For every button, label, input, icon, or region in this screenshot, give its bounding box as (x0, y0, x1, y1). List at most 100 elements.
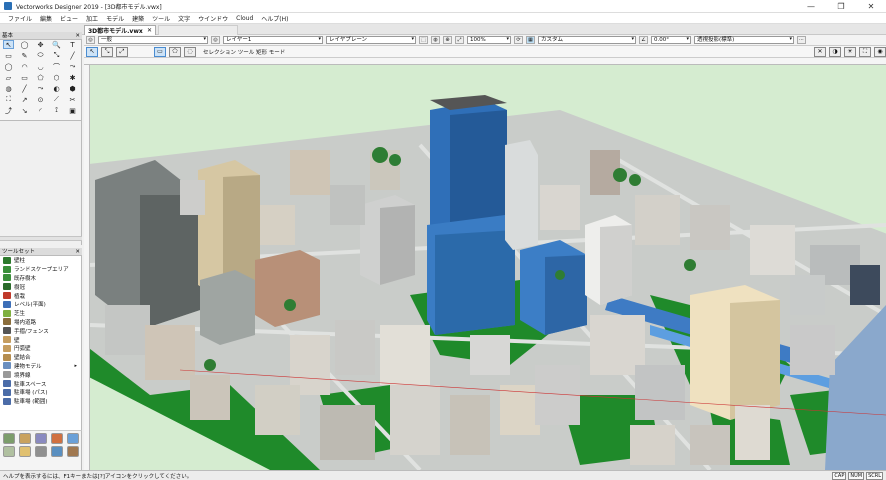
view-options-icon[interactable]: ⋯ (797, 36, 806, 44)
building-toolset-icon[interactable] (19, 433, 31, 444)
class-icon[interactable]: ◎ (86, 36, 95, 44)
basic-tool-30[interactable]: ⤴ (3, 106, 14, 115)
menu-model[interactable]: モデル (102, 14, 128, 23)
transform-mode-icon[interactable]: ⤡ (101, 46, 113, 57)
menu-architecture[interactable]: 建築 (128, 14, 148, 23)
toolset-item[interactable]: 建物モデル ▸ (0, 362, 80, 371)
basic-tool-19[interactable]: ✱ (67, 73, 78, 82)
basic-tool-10[interactable]: ◯ (3, 62, 14, 71)
toolset-item[interactable]: 駐車場 (パス) (0, 388, 80, 397)
class-select[interactable]: 一般 (98, 36, 208, 44)
basic-tool-20[interactable]: ◍ (3, 84, 14, 93)
projection-select[interactable]: 透視投影(標準) (694, 36, 794, 44)
dims-toolset-icon[interactable] (51, 433, 63, 444)
toolset-item[interactable]: 芝生 (0, 309, 80, 318)
basic-tool-16[interactable]: ▭ (19, 73, 30, 82)
camera-icon[interactable]: ◉ (874, 46, 886, 57)
new-tab-area[interactable] (158, 25, 238, 35)
basic-tool-31[interactable]: ↘ (19, 106, 30, 115)
basic-tool-0[interactable]: ↖ (3, 40, 14, 49)
basic-tool-8[interactable]: ⤡ (51, 51, 62, 60)
close-icon[interactable]: ✕ (147, 27, 152, 34)
selection-mode-icon[interactable]: ↖ (86, 46, 98, 57)
basic-tool-2[interactable]: ✥ (35, 40, 46, 49)
render-mode-icon[interactable]: ▦ (526, 36, 535, 44)
snap-icon[interactable]: ✕ (814, 46, 826, 57)
toolset-item[interactable]: 壁柱 (0, 256, 80, 265)
angle-field[interactable]: 0.00° (651, 36, 691, 44)
menu-window[interactable]: ウインドウ (194, 14, 232, 23)
toolset-item[interactable]: 手摺/フェンス (0, 326, 80, 335)
zoom-select[interactable]: 100% (467, 36, 511, 44)
menu-tools[interactable]: ツール (148, 14, 174, 23)
maximize-button[interactable]: ❐ (826, 0, 856, 13)
basic-tool-21[interactable]: ╱ (19, 84, 30, 93)
machine-toolset-icon[interactable] (35, 446, 47, 457)
basic-palette-header[interactable]: 基本 ✕ (0, 32, 82, 40)
submenu-arrow-icon[interactable]: ▸ (74, 363, 77, 369)
basic-tool-12[interactable]: ◡ (35, 62, 46, 71)
detail-toolset-icon[interactable] (3, 446, 15, 457)
basic-tool-23[interactable]: ◐ (51, 84, 62, 93)
visualization-toolset-icon[interactable] (67, 433, 79, 444)
toolset-item[interactable]: 植栽 (0, 291, 80, 300)
drawing-viewport[interactable] (90, 65, 886, 470)
render-icon[interactable]: ◍ (431, 36, 440, 44)
toolset-item[interactable]: 駐車スペース (0, 379, 80, 388)
fit-icon[interactable]: ⤢ (455, 36, 464, 44)
toolset-item[interactable]: 円弧壁 (0, 344, 80, 353)
close-icon[interactable]: ✕ (75, 248, 80, 256)
walkthrough-icon[interactable]: ⛶ (859, 46, 871, 57)
minimize-button[interactable]: — (796, 0, 826, 13)
basic-tool-15[interactable]: ▱ (3, 73, 14, 82)
landmark-toolset-icon[interactable] (51, 446, 63, 457)
basic-tool-6[interactable]: ✎ (19, 51, 30, 60)
basic-tool-11[interactable]: ◠ (19, 62, 30, 71)
lighting-icon[interactable]: ☀ (844, 46, 856, 57)
toolset-item[interactable]: 場内道路 (0, 318, 80, 327)
standard-view-icon[interactable]: ⬚ (419, 36, 428, 44)
close-button[interactable]: ✕ (856, 0, 886, 13)
lasso-marquee-icon[interactable]: ◌ (184, 46, 196, 57)
basic-tool-22[interactable]: ⤳ (35, 84, 46, 93)
toolsets-palette-header[interactable]: ツールセット ✕ (0, 248, 82, 256)
horizontal-ruler[interactable] (84, 58, 886, 65)
toolset-item[interactable]: 樹冠 (0, 282, 80, 291)
toolset-item[interactable]: ランドスケープエリア (0, 265, 80, 274)
toolset-item[interactable]: 壁結合 (0, 353, 80, 362)
layer-plane-select[interactable]: レイヤプレーン (326, 36, 416, 44)
lighting-toolset-icon[interactable] (19, 446, 31, 457)
polygon-marquee-icon[interactable]: ⬠ (169, 46, 181, 57)
basic-tool-18[interactable]: ⬡ (51, 73, 62, 82)
render-settings-icon[interactable]: ◑ (829, 46, 841, 57)
basic-tool-32[interactable]: ◜ (35, 106, 46, 115)
basic-tool-5[interactable]: ▭ (3, 51, 14, 60)
toolset-item[interactable]: 壁 (0, 335, 80, 344)
basic-tool-34[interactable]: ▣ (67, 106, 78, 115)
basic-tool-17[interactable]: ⬠ (35, 73, 46, 82)
toolset-item[interactable]: レベル(平面) (0, 300, 80, 309)
space-toolset-icon[interactable] (67, 446, 79, 457)
basic-tool-9[interactable]: ╱ (67, 51, 78, 60)
basic-tool-33[interactable]: ⟟ (51, 106, 62, 115)
basic-tool-13[interactable]: ⌒ (51, 62, 62, 71)
zoom-icon[interactable]: ⊕ (443, 36, 452, 44)
basic-tool-14[interactable]: ⤳ (67, 62, 78, 71)
scale-mode-icon[interactable]: ⤢ (116, 46, 128, 57)
toolset-item[interactable]: 境界線 (0, 370, 80, 379)
menu-modify[interactable]: 加工 (82, 14, 102, 23)
menu-edit[interactable]: 編集 (36, 14, 56, 23)
basic-tool-26[interactable]: ↗ (19, 95, 30, 104)
menu-file[interactable]: ファイル (4, 14, 36, 23)
menu-cloud[interactable]: Cloud (232, 15, 257, 22)
basic-tool-24[interactable]: ⬢ (67, 84, 78, 93)
basic-tool-25[interactable]: ⛶ (3, 95, 14, 104)
basic-tool-7[interactable]: ⬭ (35, 51, 46, 60)
toolset-item[interactable]: 駐車場 (範囲) (0, 397, 80, 406)
menu-view[interactable]: ビュー (56, 14, 82, 23)
plane-icon[interactable]: ∠ (639, 36, 648, 44)
flyover-icon[interactable]: ⟳ (514, 36, 523, 44)
render-mode-select[interactable]: カスタム (538, 36, 636, 44)
basic-tool-3[interactable]: 🔍 (51, 40, 62, 49)
toolset-item[interactable]: 既存樹木 (0, 274, 80, 283)
